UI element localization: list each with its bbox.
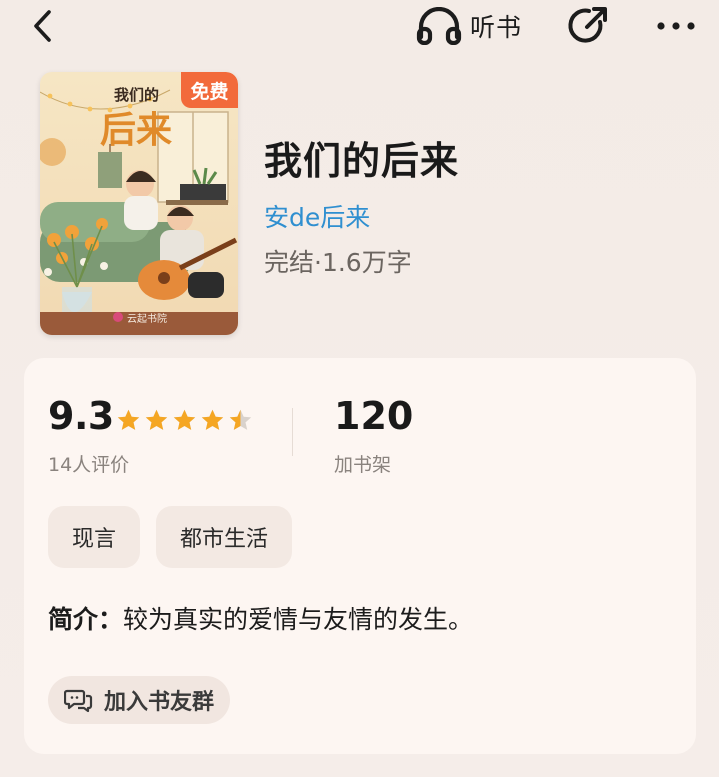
rating-block[interactable]: 9.3 14人评价 [48,394,252,476]
book-info-card: 9.3 14人评价 120 加书架 现言 都市生活 简介：较为真实的爱情与友情的… [24,358,696,754]
rating-score: 9.3 [48,394,114,438]
synopsis-label: 简介： [48,605,124,634]
listen-label: 听书 [470,13,523,42]
join-reader-group-button[interactable]: 加入书友群 [48,676,231,724]
top-bar: 听书 [0,0,719,56]
tag-chip[interactable]: 现言 [48,506,141,568]
chat-bubbles-icon [64,689,93,713]
tag-chip[interactable]: 都市生活 [156,506,293,568]
cover-publisher: 云起书院 [127,312,167,325]
more-dots-icon [657,22,695,30]
star-icon [117,409,140,430]
free-badge: 免费 [181,72,238,108]
back-button[interactable] [24,6,60,46]
listen-button[interactable]: 听书 [416,6,522,46]
stat-divider [292,408,293,456]
star-icon [145,409,168,430]
book-detail-page: 听书 我们的 后来 云起书院 免费 我们的后来 安de后来 完结·1.6万字 9… [0,0,719,777]
cover-title-line1: 我们的 [114,86,159,104]
book-title: 我们的后来 [264,139,460,183]
cover-illustration: 我们的 后来 云起书院 [40,72,238,335]
star-icon [201,409,224,430]
chevron-left-icon [34,10,51,42]
rating-stars [116,408,253,432]
book-status: 完结·1.6万字 [264,248,412,277]
shelf-count: 120 [334,394,414,438]
rating-count: 14人评价 [48,454,130,476]
book-cover[interactable]: 我们的 后来 云起书院 免费 [40,72,238,335]
share-arrow-icon [568,7,607,43]
shelf-label: 加书架 [334,454,392,476]
join-group-label: 加入书友群 [104,690,215,715]
synopsis: 简介：较为真实的爱情与友情的发生。 [48,600,473,636]
shelf-block: 120 加书架 [334,394,414,476]
tag-list: 现言 都市生活 [48,506,293,568]
star-icon [229,409,252,430]
synopsis-text: 较为真实的爱情与友情的发生。 [123,605,474,634]
more-button[interactable] [654,6,698,46]
headphones-icon [416,7,462,45]
share-button[interactable] [566,4,610,48]
star-icon [173,409,196,430]
author-link[interactable]: 安de后来 [264,198,370,234]
cover-title-line2: 后来 [100,110,172,151]
